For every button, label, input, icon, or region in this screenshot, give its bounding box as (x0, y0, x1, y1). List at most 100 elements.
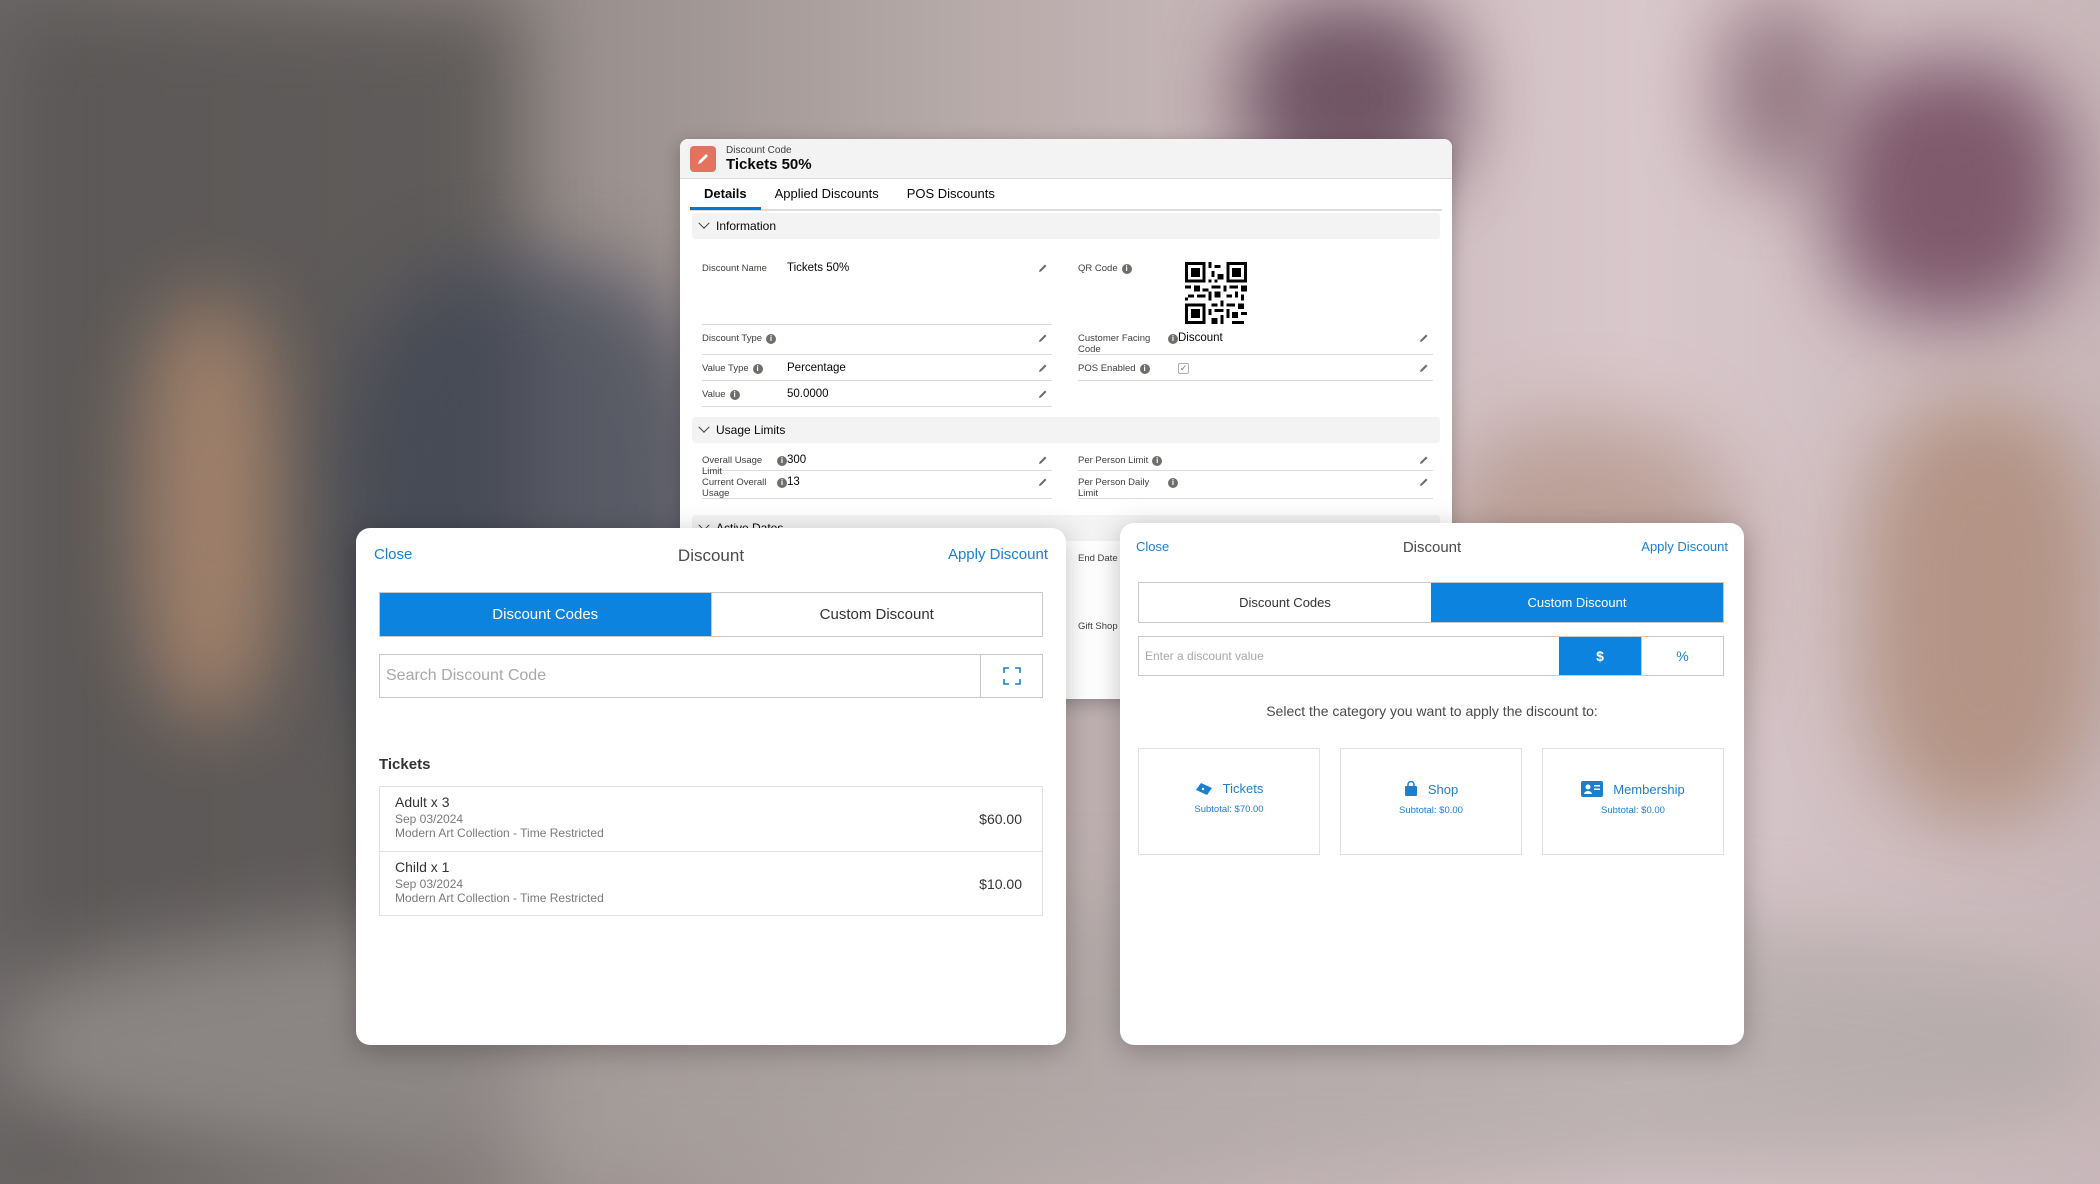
item-name: Adult x 3 (395, 794, 450, 810)
tab-pos-discounts[interactable]: POS Discounts (893, 178, 1009, 210)
list-item[interactable]: Adult x 3 Sep 03/2024 Modern Art Collect… (380, 787, 1042, 851)
search-discount-code-input[interactable] (380, 655, 980, 697)
info-icon[interactable]: i (1121, 264, 1132, 274)
discount-codes-modal: Close Discount Apply Discount Discount C… (356, 528, 1066, 1045)
end-date-label: End Date (1078, 553, 1118, 564)
overall-usage-limit-value: 300 (787, 454, 807, 466)
current-overall-usage-value: 13 (787, 476, 800, 488)
field-qr-code: QR Code i (1078, 259, 1433, 325)
field-discount-name: Discount Name Tickets 50% (702, 259, 1052, 325)
custom-discount-modal: Close Discount Apply Discount Discount C… (1120, 523, 1744, 1045)
info-icon[interactable]: i (1139, 364, 1150, 374)
info-icon[interactable]: i (1152, 456, 1163, 466)
shopping-bag-icon (1404, 781, 1417, 796)
info-icon[interactable]: i (1168, 334, 1178, 344)
info-icon[interactable]: i (1168, 478, 1178, 488)
section-information[interactable]: Information (692, 213, 1440, 239)
edit-pencil-icon[interactable] (1038, 263, 1048, 273)
section-usage-limits-label: Usage Limits (716, 423, 786, 437)
percent-unit-button[interactable]: % (1641, 637, 1723, 675)
edit-pencil-icon[interactable] (1419, 363, 1429, 373)
value-type-label: Value Type (702, 363, 749, 374)
edit-pencil-icon[interactable] (1038, 363, 1048, 373)
scan-button[interactable] (980, 655, 1042, 697)
record-tabs: Details Applied Discounts POS Discounts (690, 179, 1442, 211)
item-description: Modern Art Collection - Time Restricted (395, 826, 604, 840)
edit-pencil-icon[interactable] (1419, 333, 1429, 343)
discount-codes-tab[interactable]: Discount Codes (1139, 583, 1431, 622)
category-label: Membership (1613, 781, 1685, 797)
qr-code-label: QR Code (1078, 263, 1118, 274)
info-icon[interactable]: i (729, 390, 740, 400)
category-shop[interactable]: Shop Subtotal: $0.00 (1340, 748, 1522, 855)
dollar-unit-button[interactable]: $ (1559, 637, 1641, 675)
edit-pencil-icon[interactable] (1038, 455, 1048, 465)
customer-facing-code-value: Discount (1178, 332, 1223, 344)
item-date: Sep 03/2024 (395, 812, 464, 826)
customer-facing-code-label: Customer Facing Code (1078, 333, 1151, 355)
item-price: $10.00 (979, 876, 1022, 892)
field-value: Value i 50.0000 (702, 385, 1052, 407)
discount-value-input[interactable] (1139, 637, 1559, 675)
category-label: Tickets (1222, 781, 1264, 796)
section-usage-limits[interactable]: Usage Limits (692, 417, 1440, 443)
edit-pencil-icon[interactable] (1419, 477, 1429, 487)
discount-type-label: Discount Type (702, 333, 763, 344)
apply-discount-button[interactable]: Apply Discount (1641, 539, 1728, 554)
category-subtotal: Subtotal: $0.00 (1601, 805, 1665, 816)
qr-code-graphic (1185, 262, 1247, 324)
category-instruction: Select the category you want to apply th… (1266, 703, 1598, 719)
edit-pencil-icon[interactable] (1038, 333, 1048, 343)
field-per-person-limit: Per Person Limit i (1078, 451, 1433, 471)
discount-codes-tab[interactable]: Discount Codes (380, 593, 711, 636)
info-icon[interactable]: i (777, 478, 787, 488)
field-discount-type: Discount Type i (702, 329, 1052, 355)
info-icon[interactable]: i (777, 456, 787, 466)
item-description: Modern Art Collection - Time Restricted (395, 891, 604, 905)
ticket-items-list: Adult x 3 Sep 03/2024 Modern Art Collect… (379, 786, 1043, 916)
field-per-person-daily-limit: Per Person Daily Limit i (1078, 473, 1433, 499)
item-name: Child x 1 (395, 859, 450, 875)
custom-discount-tab[interactable]: Custom Discount (710, 593, 1042, 636)
value-type-value: Percentage (787, 362, 846, 374)
category-label: Shop (1427, 781, 1459, 797)
record-header: Discount Code Tickets 50% (680, 139, 1452, 179)
current-overall-usage-label: Current Overall Usage (702, 477, 767, 499)
category-subtotal: Subtotal: $0.00 (1399, 805, 1463, 816)
field-pos-enabled: POS Enabled i ✓ (1078, 359, 1433, 381)
category-tickets[interactable]: Tickets Subtotal: $70.00 (1138, 748, 1320, 855)
modal-title: Discount (1402, 539, 1462, 556)
discount-value-row: $ % (1138, 636, 1724, 676)
record-object-label: Discount Code (726, 144, 792, 156)
pos-enabled-label: POS Enabled (1078, 363, 1136, 374)
item-date: Sep 03/2024 (395, 877, 464, 891)
qr-code-image (1163, 259, 1433, 325)
apply-discount-button[interactable]: Apply Discount (948, 546, 1048, 563)
chevron-down-icon (698, 217, 710, 229)
edit-pencil-icon[interactable] (1038, 389, 1048, 399)
discount-name-label: Discount Name (702, 263, 767, 274)
category-membership[interactable]: Membership Subtotal: $0.00 (1542, 748, 1724, 855)
category-subtotal: Subtotal: $70.00 (1194, 804, 1264, 815)
tickets-heading: Tickets (379, 756, 431, 773)
discount-mode-toggle: Discount Codes Custom Discount (1138, 582, 1724, 623)
discount-code-search (379, 654, 1043, 698)
discount-mode-toggle: Discount Codes Custom Discount (379, 592, 1043, 637)
discount-name-value: Tickets 50% (787, 262, 850, 274)
tab-details[interactable]: Details (690, 178, 761, 210)
membership-card-icon (1581, 781, 1604, 797)
custom-discount-tab[interactable]: Custom Discount (1431, 583, 1723, 622)
field-overall-usage-limit: Overall Usage Limit i 300 (702, 451, 1052, 477)
pos-enabled-checkbox[interactable]: ✓ (1178, 363, 1189, 374)
info-icon[interactable]: i (766, 334, 777, 344)
tab-applied-discounts[interactable]: Applied Discounts (761, 178, 893, 210)
discount-type-value (787, 329, 1052, 354)
edit-pencil-icon[interactable] (1038, 477, 1048, 487)
field-value-type: Value Type i Percentage (702, 359, 1052, 381)
field-current-overall-usage: Current Overall Usage i 13 (702, 473, 1052, 499)
edit-pencil-icon[interactable] (1419, 455, 1429, 465)
info-icon[interactable]: i (752, 364, 763, 374)
per-person-daily-limit-label: Per Person Daily Limit (1078, 477, 1150, 499)
list-item[interactable]: Child x 1 Sep 03/2024 Modern Art Collect… (380, 851, 1042, 915)
value-value: 50.0000 (787, 388, 829, 400)
